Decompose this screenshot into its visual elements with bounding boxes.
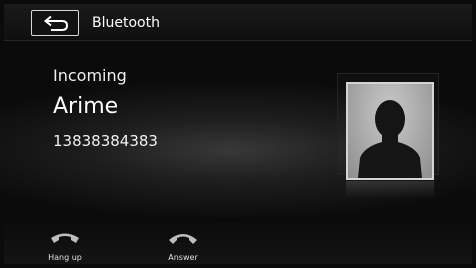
call-status: Incoming [53, 66, 127, 85]
hang-up-label: Hang up [48, 253, 82, 262]
incoming-call-screen: Bluetooth Incoming Arime 13838384383 Han… [0, 0, 476, 268]
phone-hangup-icon [51, 233, 79, 243]
top-bar: Bluetooth [4, 4, 472, 41]
phone-answer-icon [169, 234, 197, 244]
back-button[interactable] [31, 10, 79, 36]
caller-number: 13838384383 [53, 132, 158, 150]
hang-up-button[interactable]: Hang up [40, 227, 90, 265]
answer-button[interactable]: Answer [158, 227, 208, 265]
avatar-reflection [346, 181, 434, 199]
return-arrow-icon [43, 15, 69, 31]
answer-label: Answer [168, 253, 198, 262]
person-silhouette-icon [358, 100, 422, 178]
caller-avatar [346, 82, 434, 180]
page-title: Bluetooth [92, 15, 160, 31]
caller-name: Arime [53, 94, 119, 119]
